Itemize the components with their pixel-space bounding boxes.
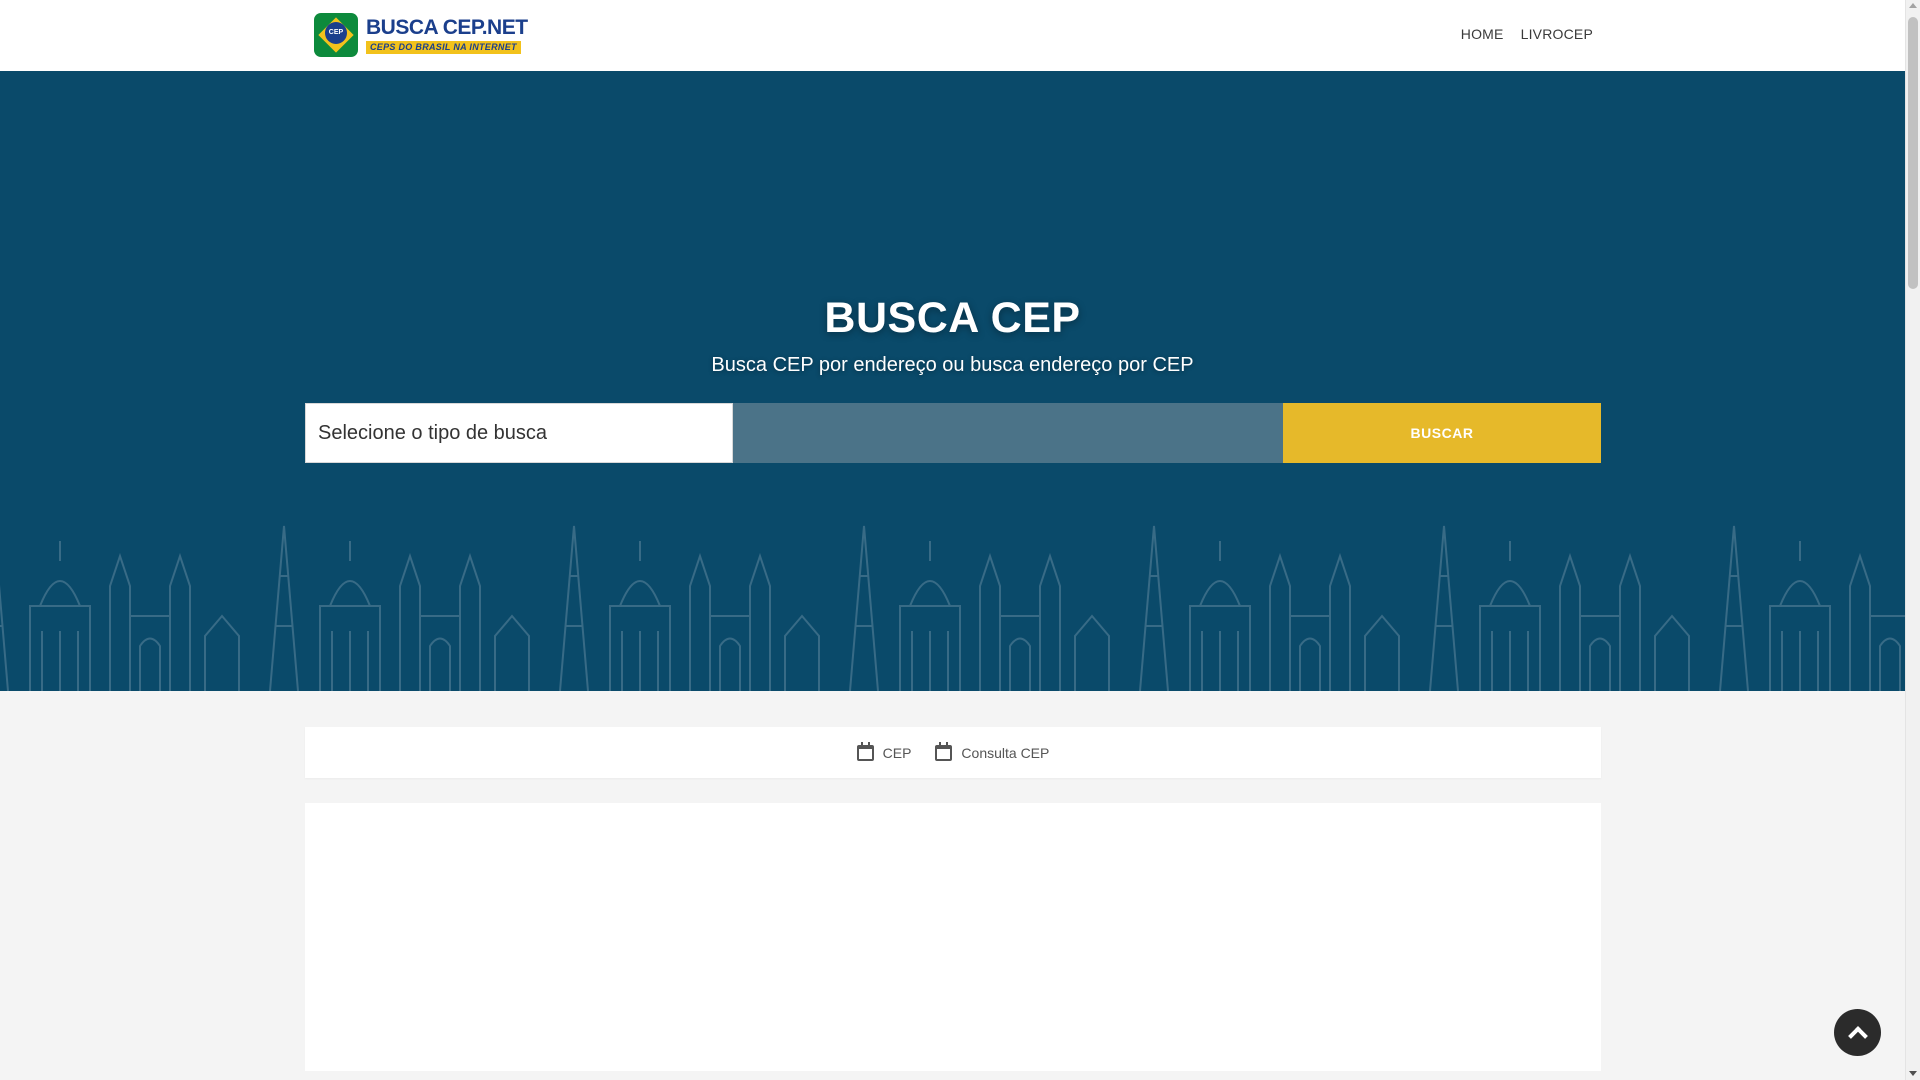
page: CEP BUSCA CEP.NET CEPS DO BRASIL NA INTE… — [0, 0, 1905, 1080]
nav-livrocep[interactable]: LIVROCEP — [1521, 26, 1593, 42]
logo-title: BUSCA CEP.NET — [366, 15, 528, 39]
content-card — [305, 803, 1601, 1071]
hero-subtitle: Busca CEP por endereço ou busca endereço… — [711, 354, 1194, 376]
logo-badge: CEP — [325, 22, 347, 44]
main-nav: HOME LIVROCEP — [1461, 26, 1593, 42]
logo-subtitle: CEPS DO BRASIL NA INTERNET — [366, 40, 521, 54]
hero-section: BUSCA CEP Busca CEP por endereço ou busc… — [0, 71, 1905, 691]
site-logo[interactable]: CEP BUSCA CEP.NET CEPS DO BRASIL NA INTE… — [314, 13, 528, 57]
calendar-icon — [935, 741, 953, 761]
breadcrumb-item-cep[interactable]: CEP — [856, 741, 912, 761]
breadcrumb-item-consulta-cep[interactable]: Consulta CEP — [935, 741, 1050, 761]
calendar-icon — [856, 741, 874, 761]
search-bar: Selecione o tipo de busca BUSCAR — [305, 403, 1601, 463]
breadcrumb-label: Consulta CEP — [961, 744, 1050, 761]
search-type-value: Selecione o tipo de busca — [318, 421, 548, 444]
breadcrumb: CEP Consulta CEP — [305, 727, 1601, 778]
search-type-select[interactable]: Selecione o tipo de busca — [305, 403, 733, 463]
breadcrumb-label: CEP — [882, 744, 912, 761]
search-input[interactable] — [733, 403, 1283, 463]
nav-home[interactable]: HOME — [1461, 26, 1504, 42]
scrollbar-thumb[interactable] — [1908, 17, 1918, 289]
logo-text: BUSCA CEP.NET CEPS DO BRASIL NA INTERNET — [366, 17, 528, 54]
chevron-up-icon — [1847, 1025, 1868, 1046]
hero-title: BUSCA CEP — [824, 294, 1081, 342]
city-skyline-decoration — [0, 525, 1905, 691]
back-to-top-button[interactable] — [1834, 1009, 1881, 1056]
map-pin-logo-icon: CEP — [314, 13, 358, 57]
scrollbar[interactable] — [1905, 0, 1920, 1080]
site-header: CEP BUSCA CEP.NET CEPS DO BRASIL NA INTE… — [0, 0, 1905, 71]
scroll-down-arrow-icon[interactable] — [1909, 1071, 1917, 1076]
search-button[interactable]: BUSCAR — [1283, 403, 1601, 463]
scroll-up-arrow-icon[interactable] — [1909, 3, 1917, 8]
